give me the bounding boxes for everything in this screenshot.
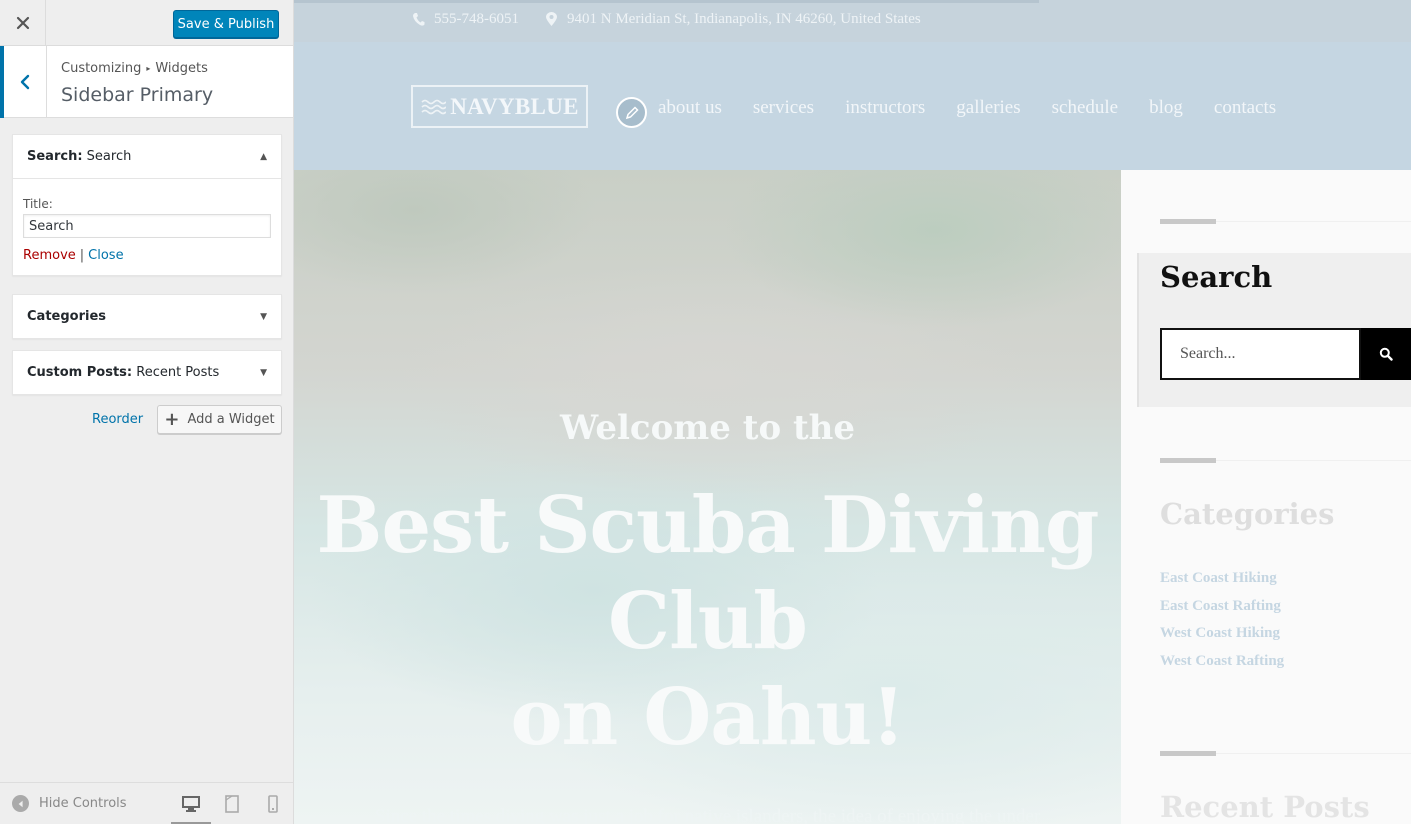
actions-separator: |	[79, 248, 85, 263]
divider-line	[1216, 221, 1411, 222]
main-menu: about us services instructors galleries …	[658, 97, 1276, 119]
divider-line	[1216, 460, 1411, 461]
chevron-left-icon	[20, 74, 30, 90]
category-link[interactable]: East Coast Hiking	[1160, 570, 1284, 598]
search-widget-title: Search	[1160, 260, 1273, 294]
sidebar: Search Search... Categories East Coast H…	[1121, 170, 1411, 824]
hero-title: Best Scuba Diving Club on Oahu!	[294, 478, 1121, 766]
menu-item-blog[interactable]: blog	[1149, 97, 1183, 119]
widget-divider	[1160, 458, 1216, 463]
mobile-preview-icon[interactable]	[264, 795, 282, 813]
widget-custom-posts-title: Custom Posts: Recent Posts	[27, 365, 219, 380]
widget-type: Categories	[27, 309, 107, 324]
phone-number: 555-748-6051	[434, 11, 519, 27]
categories-widget-title: Categories	[1160, 497, 1335, 531]
close-customizer-button[interactable]	[0, 0, 46, 46]
breadcrumb-root: Customizing	[61, 61, 142, 76]
menu-item-about-us[interactable]: about us	[658, 97, 722, 119]
address-text: 9401 N Meridian St, Indianapolis, IN 462…	[567, 11, 921, 27]
pencil-icon	[625, 105, 639, 119]
widget-name: Recent Posts	[136, 365, 220, 380]
widget-categories[interactable]: Categories ▼	[12, 294, 282, 339]
top-info-bar: 555-748-6051 9401 N Meridian St, Indiana…	[294, 0, 1411, 42]
site-preview: 555-748-6051 9401 N Meridian St, Indiana…	[294, 0, 1411, 824]
hero-subtitle: Welcome to the	[559, 408, 856, 448]
remove-widget-link[interactable]: Remove	[23, 248, 76, 263]
close-icon	[16, 16, 29, 30]
menu-item-services[interactable]: services	[753, 97, 814, 119]
hero-title-line: Best Scuba Diving	[316, 480, 1100, 571]
hero-description: Since the times diving was just a job fo…	[374, 806, 1041, 824]
close-widget-link[interactable]: Close	[88, 248, 123, 263]
search-button[interactable]	[1361, 328, 1411, 380]
recent-posts-widget-title: Recent Posts	[1160, 790, 1370, 824]
search-icon	[1379, 347, 1393, 361]
widget-search-title: Search: Search	[27, 149, 131, 164]
expand-arrow-icon[interactable]: ▼	[260, 312, 267, 322]
widget-search-header[interactable]: Search: Search ▲	[13, 135, 281, 178]
desktop-preview-icon[interactable]	[182, 795, 200, 813]
reorder-link[interactable]: Reorder	[92, 412, 143, 427]
breadcrumb-separator: ▸	[146, 64, 151, 73]
breadcrumb: Customizing ▸ Widgets	[61, 61, 208, 76]
hero-section: Welcome to the Best Scuba Diving Club on…	[294, 170, 1121, 824]
search-input[interactable]: Search...	[1160, 328, 1361, 380]
menu-item-schedule[interactable]: schedule	[1052, 97, 1118, 119]
widget-search: Search: Search ▲ Title: Remove|Close	[12, 134, 282, 276]
hero-title-line: on Oahu!	[510, 672, 905, 763]
divider-line	[1216, 753, 1411, 754]
widget-search-body: Title: Remove|Close	[13, 178, 281, 275]
category-link[interactable]: West Coast Rafting	[1160, 653, 1284, 681]
widget-name: Search	[86, 149, 132, 164]
plus-icon: +	[164, 408, 180, 430]
section-title: Sidebar Primary	[61, 84, 214, 106]
title-field-label: Title:	[23, 197, 53, 211]
menu-item-instructors[interactable]: instructors	[845, 97, 925, 119]
categories-list: East Coast Hiking East Coast Rafting Wes…	[1160, 570, 1284, 680]
collapse-icon	[12, 795, 29, 812]
title-field[interactable]	[23, 214, 271, 238]
add-widget-label: Add a Widget	[187, 412, 275, 427]
tablet-preview-icon[interactable]	[223, 795, 241, 813]
breadcrumb-current: Widgets	[155, 61, 208, 76]
logo-text: NAVYBLUE	[450, 93, 579, 119]
hide-controls-label: Hide Controls	[39, 796, 127, 811]
widget-categories-title: Categories	[27, 309, 106, 324]
widget-type: Custom Posts:	[27, 365, 133, 380]
site-header: NAVYBLUE about us services instructors g…	[294, 42, 1411, 170]
hero-title-line: Club	[608, 576, 808, 667]
category-link[interactable]: East Coast Rafting	[1160, 598, 1284, 626]
customizer-header: Save & Publish	[0, 0, 293, 46]
edit-shortcut-button[interactable]	[616, 97, 647, 128]
category-link[interactable]: West Coast Hiking	[1160, 625, 1284, 653]
widget-actions: Remove | Close	[23, 248, 271, 263]
search-form: Search...	[1160, 328, 1411, 380]
customizer-footer: Hide Controls	[0, 782, 293, 824]
waves-icon	[421, 99, 447, 114]
topbar-strip	[294, 0, 1039, 3]
customizer-panel: Save & Publish Customizing ▸ Widgets Sideb…	[0, 0, 294, 824]
contact-info: 555-748-6051 9401 N Meridian St, Indiana…	[412, 11, 921, 28]
expand-arrow-icon[interactable]: ▼	[260, 368, 267, 378]
address-info: 9401 N Meridian St, Indianapolis, IN 462…	[545, 11, 921, 28]
section-header: Customizing ▸ Widgets Sidebar Primary	[0, 46, 293, 118]
map-pin-icon	[546, 12, 557, 26]
hide-controls-button[interactable]: Hide Controls	[12, 795, 127, 812]
widget-custom-posts-header[interactable]: Custom Posts: Recent Posts ▼	[13, 351, 281, 394]
widget-custom-posts[interactable]: Custom Posts: Recent Posts ▼	[12, 350, 282, 395]
widget-divider	[1160, 751, 1216, 756]
menu-item-contacts[interactable]: contacts	[1214, 97, 1276, 119]
menu-item-galleries[interactable]: galleries	[956, 97, 1020, 119]
phone-info: 555-748-6051	[412, 11, 519, 28]
phone-icon	[413, 13, 425, 26]
save-publish-button[interactable]: Save & Publish	[173, 10, 279, 38]
widget-type: Search:	[27, 149, 83, 164]
collapse-arrow-icon[interactable]: ▲	[260, 152, 267, 162]
add-widget-button[interactable]: + Add a Widget	[157, 405, 282, 434]
widget-categories-header[interactable]: Categories ▼	[13, 295, 281, 338]
site-logo[interactable]: NAVYBLUE	[411, 85, 588, 128]
widget-divider	[1160, 219, 1216, 224]
back-button[interactable]	[0, 46, 47, 118]
